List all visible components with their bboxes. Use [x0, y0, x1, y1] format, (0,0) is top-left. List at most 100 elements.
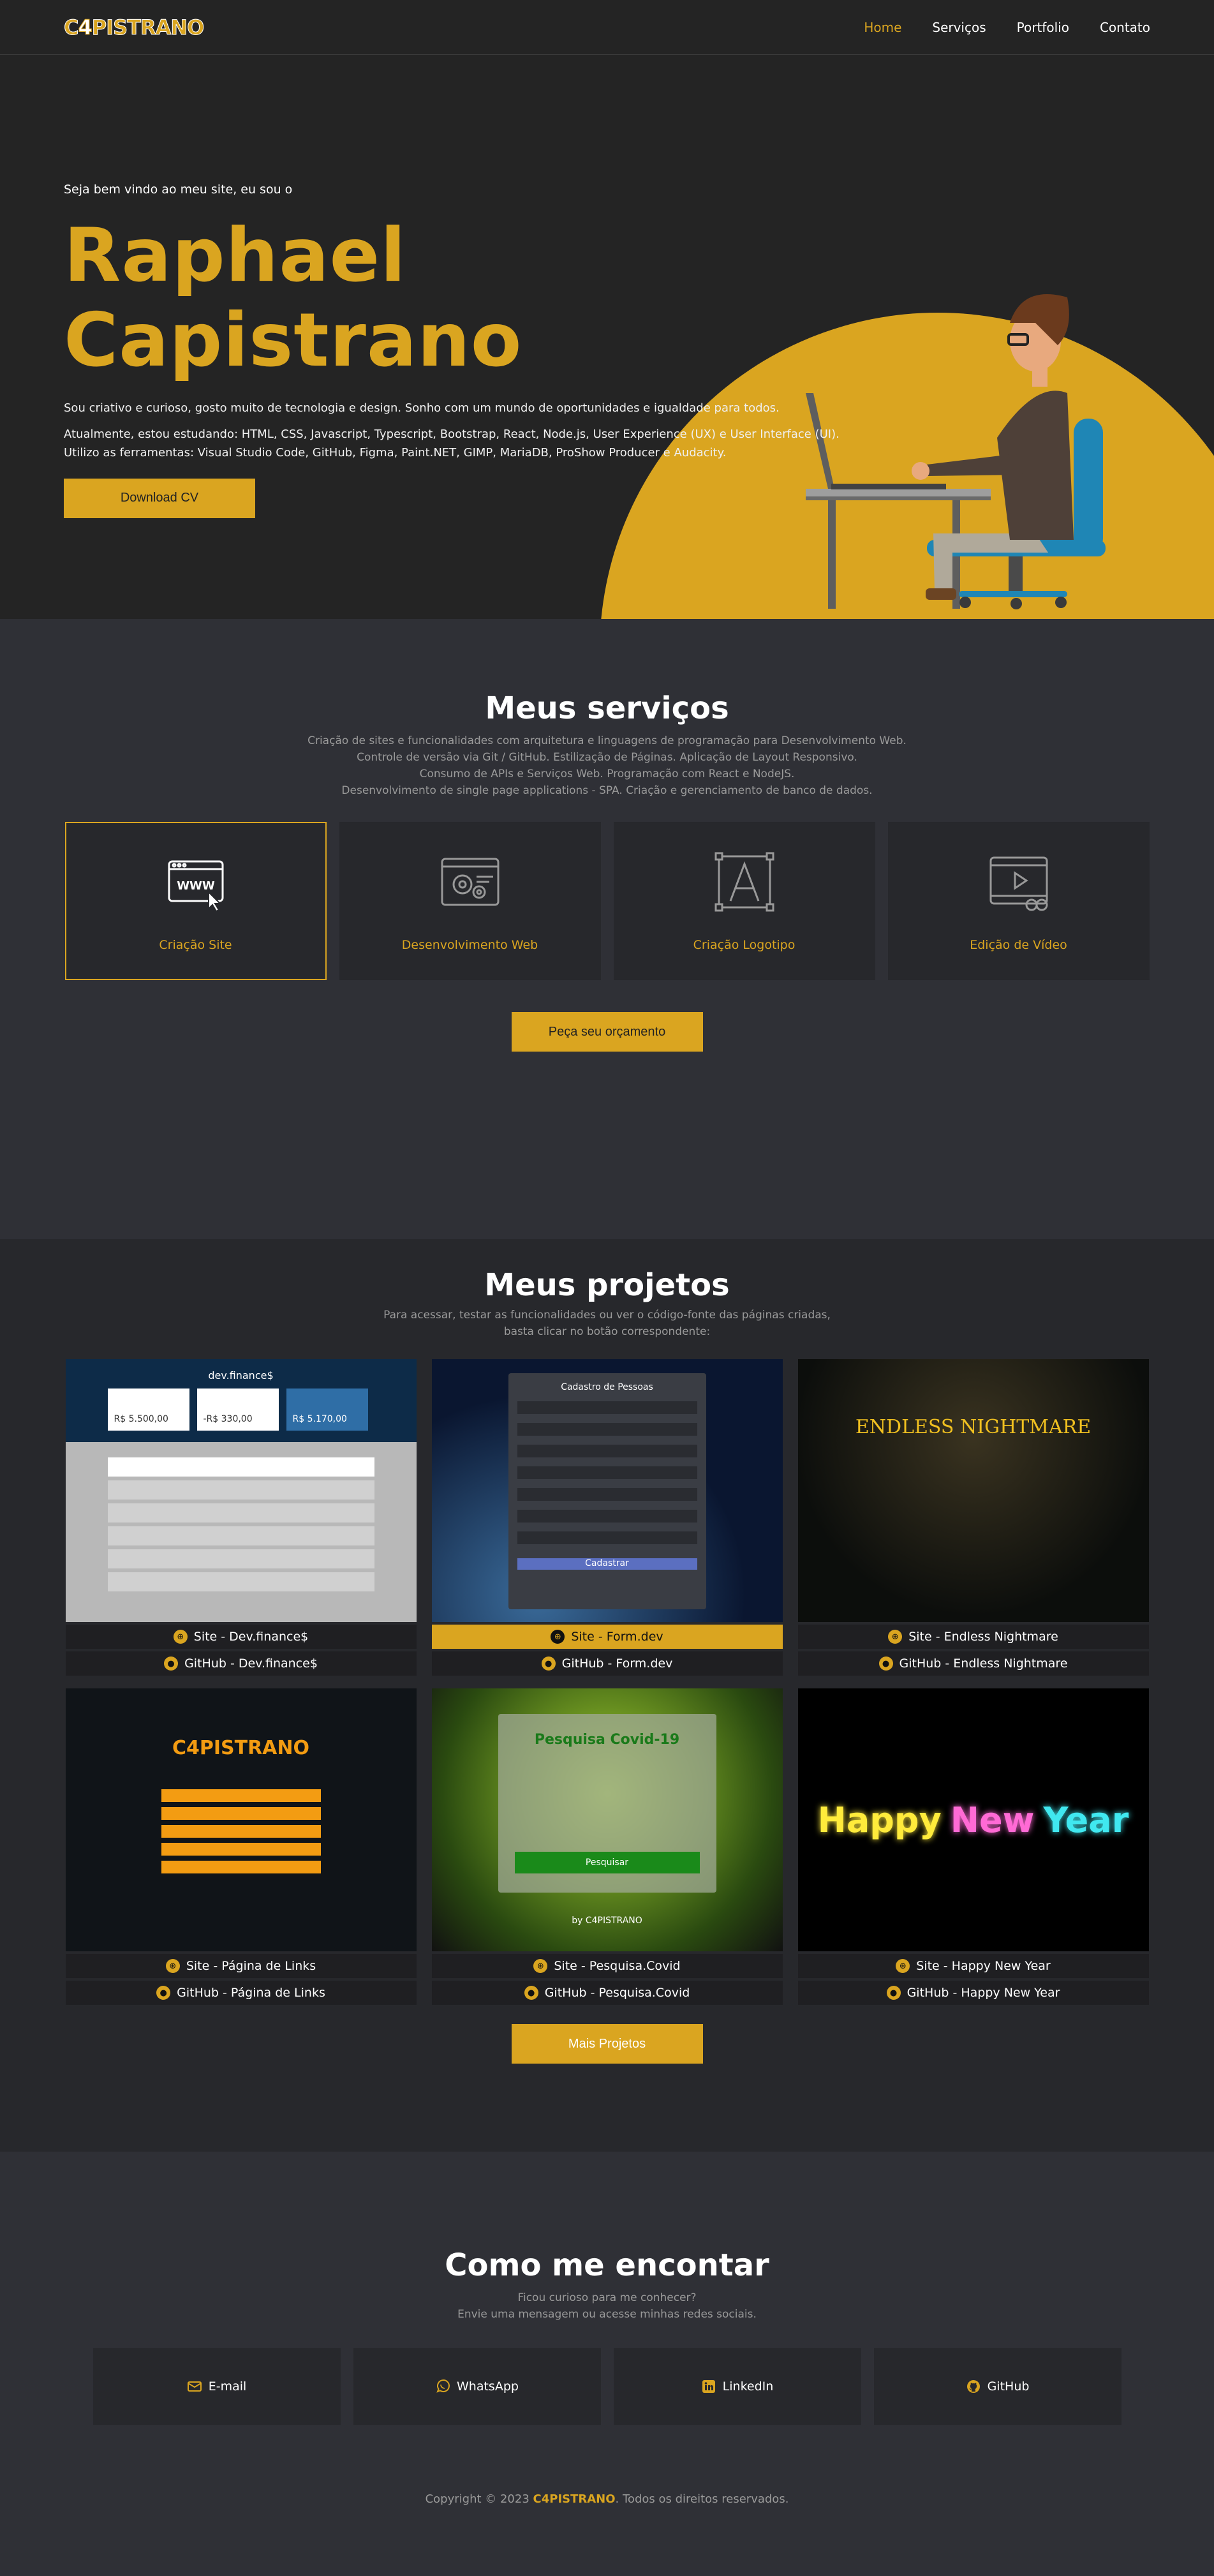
- project-site-link[interactable]: ⊕ Site - Form.dev: [431, 1625, 783, 1649]
- project-site-link[interactable]: ⊕ Site - Endless Nightmare: [797, 1625, 1149, 1649]
- github-icon: ●: [886, 1986, 901, 2000]
- projects-grid: dev.finance$ R$ 5.500,00 -R$ 330,00 R$ 5…: [0, 1359, 1214, 2005]
- service-card-site[interactable]: WWW Criação Site: [64, 822, 327, 980]
- contact-grid: E-mail WhatsApp LinkedIn GitHub: [0, 2348, 1214, 2425]
- project-github-link[interactable]: ● GitHub - Página de Links: [65, 1981, 417, 2005]
- contact-section: Como me encontar Ficou curioso para me c…: [0, 2152, 1214, 2576]
- projects-section: Meus projetos Para acessar, testar as fu…: [0, 1239, 1214, 2152]
- nav-portfolio[interactable]: Portfolio: [1017, 20, 1069, 35]
- contact-linkedin-button[interactable]: LinkedIn: [613, 2348, 861, 2425]
- project-site-link[interactable]: ⊕ Site - Dev.finance$: [65, 1625, 417, 1649]
- project-github-link[interactable]: ● GitHub - Endless Nightmare: [797, 1651, 1149, 1676]
- project-thumbnail[interactable]: ENDLESS NIGHTMARE: [797, 1359, 1149, 1622]
- hero-name: Raphael Capistrano: [64, 212, 522, 384]
- project-site-link[interactable]: ⊕ Site - Happy New Year: [797, 1954, 1149, 1978]
- project-github-link[interactable]: ● GitHub - Dev.finance$: [65, 1651, 417, 1676]
- contact-title: Como me encontar: [445, 2247, 769, 2283]
- globe-icon: ⊕: [173, 1630, 188, 1644]
- contact-label: WhatsApp: [457, 2379, 519, 2394]
- whatsapp-icon: [436, 2379, 450, 2393]
- footer-brand[interactable]: C4PISTRANO: [533, 2492, 616, 2506]
- globe-icon: ⊕: [165, 1959, 180, 1973]
- thumb-title: ENDLESS NIGHTMARE: [855, 1416, 1092, 1438]
- contact-whatsapp-button[interactable]: WhatsApp: [353, 2348, 601, 2425]
- hero-section: Seja bem vindo ao meu site, eu sou o Rap…: [0, 55, 1214, 619]
- services-line: Consumo de APIs e Serviços Web. Programa…: [419, 768, 795, 780]
- site-footer: Copyright © 2023 C4PISTRANO. Todos os di…: [0, 2492, 1214, 2506]
- github-icon: ●: [878, 1657, 893, 1671]
- project-github-link[interactable]: ● GitHub - Happy New Year: [797, 1981, 1149, 2005]
- service-label: Desenvolvimento Web: [401, 938, 538, 952]
- web-dev-icon: [441, 858, 499, 906]
- thumb-word-new: New: [950, 1799, 1035, 1840]
- service-card-web-dev[interactable]: Desenvolvimento Web: [339, 822, 601, 980]
- footer-rights: . Todos os direitos reservados.: [615, 2492, 789, 2506]
- thumb-covid-panel: Pesquisa Covid-19 Pesquisar: [498, 1714, 716, 1893]
- project-github-label: GitHub - Pesquisa.Covid: [544, 1986, 690, 2000]
- site-logo[interactable]: C4PISTRANO: [63, 15, 204, 40]
- globe-icon: ⊕: [533, 1959, 548, 1973]
- github-icon: [966, 2380, 980, 2393]
- project-thumbnail[interactable]: Cadastro de Pessoas Cadastrar: [431, 1359, 783, 1622]
- project-github-label: GitHub - Form.dev: [561, 1657, 673, 1671]
- project-site-label: Site - Pesquisa.Covid: [554, 1959, 681, 1973]
- project-github-label: GitHub - Dev.finance$: [184, 1657, 318, 1671]
- project-card: dev.finance$ R$ 5.500,00 -R$ 330,00 R$ 5…: [65, 1359, 417, 1676]
- thumb-by: by C4PISTRANO: [572, 1916, 642, 1926]
- thumb-card-total: R$ 5.170,00: [286, 1389, 368, 1431]
- services-line: Controle de versão via Git / GitHub. Est…: [357, 751, 857, 764]
- project-thumbnail[interactable]: Pesquisa Covid-19 Pesquisar by C4PISTRAN…: [431, 1688, 783, 1951]
- globe-icon: ⊕: [888, 1630, 903, 1644]
- services-section: Meus serviços Criação de sites e funcion…: [0, 619, 1214, 1239]
- logo-pre: C: [63, 15, 79, 40]
- contact-email-button[interactable]: E-mail: [93, 2348, 341, 2425]
- contact-github-button[interactable]: GitHub: [873, 2348, 1121, 2425]
- project-github-label: GitHub - Endless Nightmare: [899, 1657, 1068, 1671]
- more-projects-button[interactable]: Mais Projetos: [511, 2024, 703, 2064]
- thumb-word-happy: Happy: [817, 1799, 942, 1840]
- thumb-title: C4PISTRANO: [172, 1737, 310, 1759]
- github-icon: ●: [164, 1657, 179, 1671]
- project-site-link[interactable]: ⊕ Site - Página de Links: [65, 1954, 417, 1978]
- globe-icon: ⊕: [551, 1630, 565, 1644]
- project-github-link[interactable]: ● GitHub - Pesquisa.Covid: [431, 1981, 783, 2005]
- service-card-video[interactable]: Edição de Vídeo: [887, 822, 1150, 980]
- project-site-label: Site - Form.dev: [571, 1630, 663, 1644]
- project-site-link[interactable]: ⊕ Site - Pesquisa.Covid: [431, 1954, 783, 1978]
- service-card-logo[interactable]: Criação Logotipo: [613, 822, 875, 980]
- hero-text: Seja bem vindo ao meu site, eu sou o Rap…: [64, 182, 861, 518]
- thumb-link-bars: [161, 1784, 321, 1873]
- thumb-cards: R$ 5.500,00 -R$ 330,00 R$ 5.170,00: [107, 1389, 368, 1431]
- services-line: Criação de sites e funcionalidades com a…: [307, 734, 907, 747]
- project-card: Cadastro de Pessoas Cadastrar ⊕ Site - Fo…: [431, 1359, 783, 1676]
- service-label: Edição de Vídeo: [970, 938, 1067, 952]
- project-site-label: Site - Página de Links: [186, 1959, 316, 1973]
- project-card: Pesquisa Covid-19 Pesquisar by C4PISTRAN…: [431, 1688, 783, 2005]
- project-card: ENDLESS NIGHTMARE ⊕ Site - Endless Nightm…: [797, 1359, 1149, 1676]
- globe-icon: ⊕: [896, 1959, 910, 1973]
- hero-greeting: Seja bem vindo ao meu site, eu sou o: [64, 182, 293, 197]
- www-icon: WWW: [168, 860, 223, 912]
- thumb-title: Pesquisa Covid-19: [534, 1732, 680, 1748]
- thumb-table: [107, 1454, 374, 1591]
- request-quote-button[interactable]: Peça seu orçamento: [511, 1012, 703, 1052]
- logo-four: 4: [78, 15, 93, 40]
- main-nav: Home Serviços Portfolio Contato: [864, 20, 1150, 35]
- contact-label: E-mail: [208, 2379, 247, 2394]
- contact-subtitle: Envie uma mensagem ou acesse minhas rede…: [457, 2308, 757, 2321]
- download-cv-button[interactable]: Download CV: [64, 478, 255, 518]
- services-title: Meus serviços: [485, 690, 729, 726]
- project-github-label: GitHub - Página de Links: [177, 1986, 325, 2000]
- project-thumbnail[interactable]: Happy New Year: [797, 1688, 1149, 1951]
- services-grid: WWW Criação Site Desenvolvimento Web Cri…: [0, 822, 1214, 980]
- logo-design-icon: [714, 852, 774, 912]
- nav-services[interactable]: Serviços: [932, 20, 986, 35]
- project-github-link[interactable]: ● GitHub - Form.dev: [431, 1651, 783, 1676]
- project-github-label: GitHub - Happy New Year: [907, 1986, 1060, 2000]
- contact-label: LinkedIn: [722, 2379, 774, 2394]
- project-thumbnail[interactable]: C4PISTRANO: [65, 1688, 417, 1951]
- project-thumbnail[interactable]: dev.finance$ R$ 5.500,00 -R$ 330,00 R$ 5…: [65, 1359, 417, 1622]
- project-site-label: Site - Dev.finance$: [193, 1630, 309, 1644]
- nav-contact[interactable]: Contato: [1100, 20, 1150, 35]
- nav-home[interactable]: Home: [864, 20, 901, 35]
